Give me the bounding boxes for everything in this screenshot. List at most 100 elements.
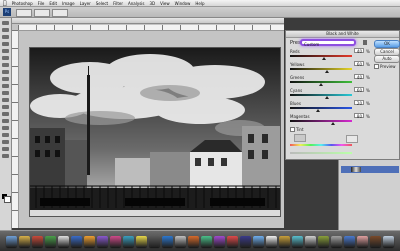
type-tool-icon[interactable]: [2, 126, 9, 130]
dock-app-icon[interactable]: [84, 235, 95, 247]
crop-tool-icon[interactable]: [2, 49, 9, 53]
channel-slider-track[interactable]: [290, 120, 352, 122]
dock-app-icon[interactable]: [45, 235, 56, 247]
dock-app-icon[interactable]: [383, 235, 394, 247]
channel-slider-thumb[interactable]: [325, 70, 330, 73]
hue-slider-track[interactable]: [290, 144, 352, 146]
dock-app-icon[interactable]: [279, 235, 290, 247]
lasso-tool-icon[interactable]: [2, 35, 9, 39]
quick-select-tool-icon[interactable]: [2, 42, 9, 46]
dock-app-icon[interactable]: [292, 235, 303, 247]
channel-value-input[interactable]: 40: [354, 74, 364, 80]
dock-app-icon[interactable]: [149, 235, 160, 247]
menu-analysis[interactable]: Analysis: [128, 1, 144, 6]
eraser-tool-icon[interactable]: [2, 91, 9, 95]
channel-slider-thumb[interactable]: [315, 109, 320, 112]
hand-tool-icon[interactable]: [2, 147, 9, 151]
menu-file[interactable]: File: [38, 1, 45, 6]
dock-app-icon[interactable]: [201, 235, 212, 247]
dock-app-icon[interactable]: [331, 235, 342, 247]
brush-tool-icon[interactable]: [2, 70, 9, 74]
dock-app-icon[interactable]: [32, 235, 43, 247]
channel-value-input[interactable]: 20: [354, 100, 364, 106]
zoom-tool-icon[interactable]: [2, 154, 9, 158]
path-select-tool-icon[interactable]: [2, 133, 9, 137]
menu-edit[interactable]: Edit: [49, 1, 57, 6]
saturation-slider-track[interactable]: [290, 152, 352, 154]
dodge-tool-icon[interactable]: [2, 112, 9, 116]
channel-name: Cyans: [290, 88, 303, 93]
history-brush-tool-icon[interactable]: [2, 84, 9, 88]
preset-dropdown[interactable]: Custom: [300, 39, 356, 47]
menu-image[interactable]: Image: [62, 1, 75, 6]
hue-field[interactable]: [294, 134, 306, 142]
channel-slider-thumb[interactable]: [331, 122, 336, 125]
apple-menu-icon[interactable]: : [3, 0, 7, 7]
dock-app-icon[interactable]: [318, 235, 329, 247]
move-tool-icon[interactable]: [2, 21, 9, 25]
channel-slider-thumb[interactable]: [325, 96, 330, 99]
menu-filter[interactable]: Filter: [113, 1, 123, 6]
healing-tool-icon[interactable]: [2, 63, 9, 67]
tool-preset-picker[interactable]: [16, 9, 32, 17]
dock-app-icon[interactable]: [227, 235, 238, 247]
dock-app-icon[interactable]: [136, 235, 147, 247]
dock-app-icon[interactable]: [344, 235, 355, 247]
eyedropper-tool-icon[interactable]: [2, 56, 9, 60]
dock-app-icon[interactable]: [19, 235, 30, 247]
clone-stamp-tool-icon[interactable]: [2, 77, 9, 81]
vertical-ruler[interactable]: [12, 30, 19, 228]
dock-app-icon[interactable]: [58, 235, 69, 247]
shape-tool-icon[interactable]: [2, 140, 9, 144]
menu-layer[interactable]: Layer: [80, 1, 91, 6]
channel-slider-thumb[interactable]: [322, 57, 327, 60]
channel-value-input[interactable]: 80: [354, 113, 364, 119]
auto-button[interactable]: Auto: [374, 55, 400, 63]
channel-slider-thumb[interactable]: [319, 83, 323, 86]
channel-value-input[interactable]: 40: [354, 48, 364, 54]
menu-window[interactable]: Window: [175, 1, 191, 6]
gradient-tool-icon[interactable]: [2, 98, 9, 102]
option-field-1[interactable]: [34, 9, 50, 17]
channel-slider-track[interactable]: [290, 68, 352, 70]
dock-app-icon[interactable]: [266, 235, 277, 247]
dock-app-icon[interactable]: [97, 235, 108, 247]
blur-tool-icon[interactable]: [2, 105, 9, 109]
menu-select[interactable]: Select: [96, 1, 108, 6]
marquee-tool-icon[interactable]: [2, 28, 9, 32]
menu-view[interactable]: View: [160, 1, 170, 6]
channel-value-input[interactable]: 60: [354, 87, 364, 93]
dock-app-icon[interactable]: [370, 235, 381, 247]
layer-row[interactable]: [341, 166, 399, 173]
dock-app-icon[interactable]: [357, 235, 368, 247]
document-tab[interactable]: [12, 18, 284, 24]
dock-app-icon[interactable]: [162, 235, 173, 247]
ok-button[interactable]: OK: [374, 40, 400, 48]
dock-app-icon[interactable]: [188, 235, 199, 247]
dock-app-icon[interactable]: [305, 235, 316, 247]
tint-checkbox[interactable]: Tint: [290, 127, 304, 132]
channel-value-input[interactable]: 60: [354, 61, 364, 67]
dock-app-icon[interactable]: [240, 235, 251, 247]
channel-slider-track[interactable]: [290, 94, 352, 96]
dock-app-icon[interactable]: [253, 235, 264, 247]
channel-slider-track[interactable]: [290, 55, 352, 57]
dock-app-icon[interactable]: [123, 235, 134, 247]
black-and-white-photo[interactable]: [30, 48, 280, 216]
preview-checkbox[interactable]: Preview: [374, 64, 396, 69]
option-field-2[interactable]: [52, 9, 68, 17]
dock-app-icon[interactable]: [6, 235, 17, 247]
menu-3d[interactable]: 3D: [150, 1, 156, 6]
horizontal-ruler[interactable]: [18, 25, 284, 31]
dock-app-icon[interactable]: [110, 235, 121, 247]
pen-tool-icon[interactable]: [2, 119, 9, 123]
menu-photoshop[interactable]: Photoshop: [12, 1, 33, 6]
menu-help[interactable]: Help: [195, 1, 204, 6]
dock-app-icon[interactable]: [175, 235, 186, 247]
tint-color-swatch[interactable]: [346, 135, 358, 143]
channel-slider-track[interactable]: [290, 107, 352, 109]
dock-app-icon[interactable]: [214, 235, 225, 247]
background-color-swatch[interactable]: [4, 196, 11, 203]
dock-app-icon[interactable]: [71, 235, 82, 247]
preset-options-icon[interactable]: [363, 40, 367, 45]
